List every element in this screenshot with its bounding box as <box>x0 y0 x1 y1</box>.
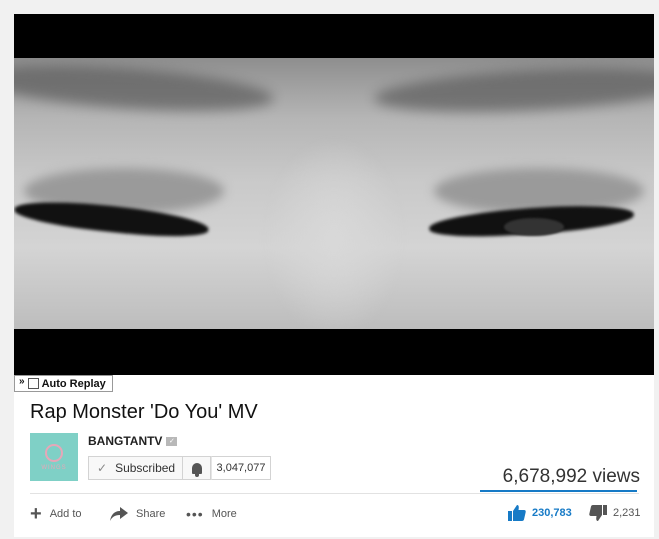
divider <box>30 493 639 494</box>
add-to-label: Add to <box>49 508 82 520</box>
share-label: Share <box>136 508 166 520</box>
add-to-button[interactable]: + Add to <box>30 503 82 525</box>
bell-icon <box>191 462 202 477</box>
watch-card: » Auto Replay Rap Monster 'Do You' MV WI… <box>14 14 654 537</box>
channel-name-row: BANGTANTV ✓ <box>88 434 178 448</box>
subscribed-label: Subscribed <box>115 461 176 475</box>
dislike-button[interactable]: 2,231 <box>589 504 641 522</box>
channel-avatar[interactable]: WINGS <box>30 433 78 481</box>
more-icon: ••• <box>186 506 204 522</box>
like-button[interactable]: 230,783 <box>508 504 572 522</box>
checkbox-icon[interactable] <box>27 378 39 389</box>
view-count: 6,678,992 views <box>502 466 640 487</box>
more-label: More <box>211 508 237 520</box>
wings-logo-icon <box>45 443 63 462</box>
auto-replay-control[interactable]: » Auto Replay <box>14 375 113 392</box>
dislike-count: 2,231 <box>613 507 641 519</box>
video-content <box>264 138 404 329</box>
video-content <box>373 61 654 119</box>
plus-icon: + <box>30 503 42 525</box>
video-content <box>14 58 276 119</box>
chevron-icon: » <box>19 375 25 387</box>
like-count: 230,783 <box>532 507 572 519</box>
auto-replay-label: Auto Replay <box>41 377 106 390</box>
share-icon <box>110 507 128 521</box>
video-content <box>504 218 564 236</box>
avatar-text: WINGS <box>41 464 67 471</box>
video-player[interactable] <box>14 14 654 375</box>
verified-icon: ✓ <box>166 436 178 446</box>
share-button[interactable]: Share <box>110 505 165 523</box>
more-button[interactable]: ••• More <box>186 505 237 523</box>
notification-bell-button[interactable] <box>183 456 211 480</box>
like-ratio-bar <box>480 490 637 492</box>
subscriber-count: 3,047,077 <box>211 456 271 480</box>
video-title: Rap Monster 'Do You' MV <box>30 401 258 423</box>
thumbs-up-icon <box>508 505 526 521</box>
video-frame[interactable] <box>14 58 654 329</box>
channel-name[interactable]: BANGTANTV <box>88 434 162 448</box>
thumbs-down-icon <box>589 505 607 521</box>
check-icon: ✓ <box>97 461 108 475</box>
subscribed-button[interactable]: ✓ Subscribed <box>88 456 183 480</box>
